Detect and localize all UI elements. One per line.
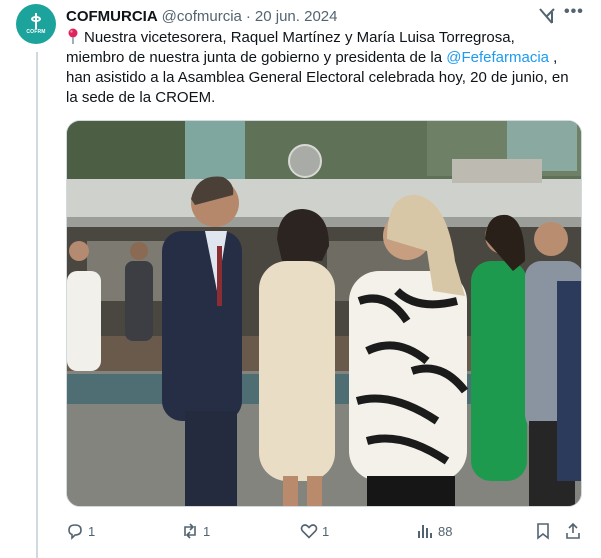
tweet-text-part-1: Nuestra vicetesorera, Raquel Martínez y … xyxy=(84,29,515,46)
bar-chart-icon xyxy=(418,525,432,538)
tweet-text: Nuestra vicetesorera, Raquel Martínez y … xyxy=(66,28,586,108)
tweet-date[interactable]: 20 jun. 2024 xyxy=(255,8,338,25)
mention-link[interactable]: @Fefefarmacia xyxy=(446,49,549,66)
avatar-text: COFRM xyxy=(26,29,46,35)
repost-count: 1 xyxy=(203,523,211,539)
heart-icon xyxy=(300,524,318,539)
reply-count: 1 xyxy=(88,523,96,539)
tweet-text-line-1: Nuestra vicetesorera, Raquel Martínez y … xyxy=(66,28,586,48)
reply-button[interactable]: 1 xyxy=(66,520,95,542)
avatar[interactable]: COFRM xyxy=(16,4,56,44)
photo-scene xyxy=(67,121,581,506)
views-count: 88 xyxy=(438,523,453,539)
like-count: 1 xyxy=(322,523,330,539)
grok-icon[interactable] xyxy=(537,6,557,26)
caduceus-icon xyxy=(29,13,43,29)
like-button[interactable]: 1 xyxy=(300,520,329,542)
repost-icon xyxy=(184,523,196,539)
bookmark-button[interactable] xyxy=(534,520,552,542)
reply-icon xyxy=(68,524,82,540)
bookmark-icon xyxy=(537,523,549,540)
tweet-photo[interactable] xyxy=(66,120,582,507)
tweet-header: COFMURCIA @cofmurcia · 20 jun. 2024 xyxy=(66,6,337,26)
tweet-text-line-4: la sede de la CROEM. xyxy=(66,89,216,106)
tweet-actions: 1 1 1 88 xyxy=(66,520,586,542)
pushpin-icon xyxy=(66,28,80,44)
tweet-text-line-2: miembro de nuestra junta de gobierno y p… xyxy=(66,48,586,68)
share-icon xyxy=(566,522,580,539)
tweet-text-part-2-end: , xyxy=(549,49,558,66)
tweet-text-line-3: han asistido a la Asamblea General Elect… xyxy=(66,69,569,86)
repost-button[interactable]: 1 xyxy=(181,520,210,542)
user-handle[interactable]: @cofmurcia xyxy=(162,8,242,25)
thread-line xyxy=(36,52,38,558)
share-button[interactable] xyxy=(564,520,582,542)
display-name[interactable]: COFMURCIA xyxy=(66,8,158,25)
separator-dot: · xyxy=(245,7,251,25)
tweet-text-part-2: miembro de nuestra junta de gobierno y p… xyxy=(66,49,447,66)
views-button[interactable]: 88 xyxy=(416,520,452,542)
more-options-icon[interactable]: ••• xyxy=(564,3,584,23)
